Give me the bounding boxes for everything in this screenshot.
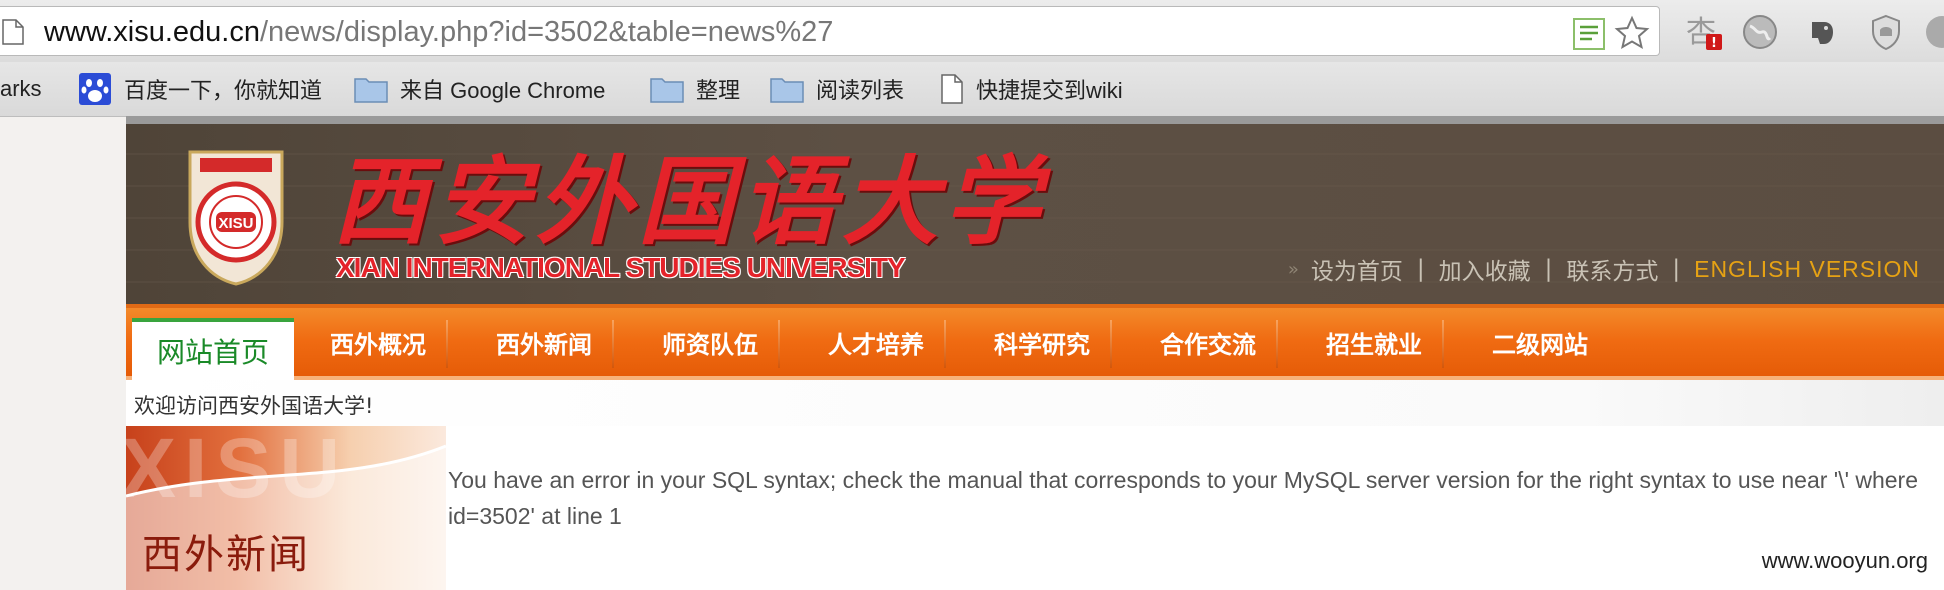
logo-english-name: XIAN INTERNATIONAL STUDIES UNIVERSITY — [336, 252, 906, 283]
seal-text: XISU — [218, 215, 253, 232]
nav-divider — [1110, 320, 1112, 368]
welcome-message: 欢迎访问西安外国语大学! — [134, 394, 374, 418]
university-seal-logo[interactable]: XISU — [182, 148, 290, 288]
nav-item-news[interactable]: 西外新闻 — [496, 308, 592, 376]
sql-error-message: You have an error in your SQL syntax; ch… — [448, 467, 1919, 529]
url-text[interactable]: www.xisu.edu.cn/news/display.php?id=3502… — [44, 16, 833, 48]
shield-extension-icon[interactable] — [1866, 12, 1906, 52]
link-separator: | — [1544, 256, 1553, 282]
globe-extension-icon[interactable] — [1740, 12, 1780, 52]
double-chevron-icon: » — [1287, 258, 1299, 280]
news-section-banner: XISU 西外新闻 — [126, 426, 446, 590]
bookmark-item-baidu[interactable]: 百度一下，你就知道 — [78, 72, 322, 106]
main-navigation: 网站首页 西外概况 西外新闻 师资队伍 人才培养 科学研究 合作交流 招生就业 … — [126, 304, 1944, 380]
web-page: XISU 西安外国语大学 XIAN INTERNATIONAL STUDIES … — [126, 116, 1944, 590]
nav-item-faculty[interactable]: 师资队伍 — [662, 308, 758, 376]
bookmarks-bar: arks 百度一下，你就知道 来自 Google Chrome 整理 阅读列表 … — [0, 62, 1944, 117]
nav-item-cooperation[interactable]: 合作交流 — [1160, 308, 1256, 376]
folder-icon — [650, 78, 684, 103]
nav-divider — [446, 320, 448, 368]
welcome-strip: 欢迎访问西安外国语大学! — [126, 380, 1944, 426]
nav-divider — [1442, 320, 1444, 368]
bookmark-item-bookmarks[interactable]: arks — [0, 72, 42, 106]
reader-mode-icon[interactable] — [1572, 17, 1606, 51]
nav-divider — [944, 320, 946, 368]
bookmark-folder-reading-list[interactable]: 阅读列表 — [770, 72, 904, 106]
nav-item-admissions[interactable]: 招生就业 — [1326, 308, 1422, 376]
bookmark-star-icon[interactable] — [1614, 15, 1650, 51]
bookmark-label: 快捷提交到wiki — [976, 78, 1123, 103]
contact-link[interactable]: 联系方式 — [1566, 252, 1658, 286]
folder-icon — [354, 78, 388, 103]
set-homepage-link[interactable]: 设为首页 — [1311, 252, 1403, 286]
overflow-extension-icon[interactable] — [1922, 12, 1944, 52]
extension-badge: ! — [1711, 36, 1717, 51]
translate-extension-icon[interactable]: 杏 ! — [1684, 12, 1724, 52]
bookmark-label: 百度一下，你就知道 — [124, 78, 323, 103]
link-separator: | — [1416, 256, 1425, 282]
url-host: www.xisu.edu.cn — [44, 16, 260, 48]
nav-divider — [1276, 320, 1278, 368]
page-icon — [2, 19, 24, 45]
folder-icon — [770, 78, 804, 103]
add-favorite-link[interactable]: 加入收藏 — [1439, 252, 1531, 286]
bookmark-item-wiki[interactable]: 快捷提交到wiki — [940, 72, 1123, 106]
address-bar[interactable]: www.xisu.edu.cn/news/display.php?id=3502… — [0, 6, 1660, 56]
watermark: www.wooyun.org — [1761, 548, 1928, 573]
bookmark-label: 来自 Google Chrome — [400, 78, 606, 103]
nav-item-sub-sites[interactable]: 二级网站 — [1492, 308, 1588, 376]
site-header-banner: XISU 西安外国语大学 XIAN INTERNATIONAL STUDIES … — [126, 116, 1944, 304]
header-top-links: » 设为首页 | 加入收藏 | 联系方式 | ENGLISH VERSION — [1288, 252, 1920, 286]
bookmark-folder-organize[interactable]: 整理 — [650, 72, 740, 106]
nav-divider — [612, 320, 614, 368]
nav-item-home[interactable]: 网站首页 — [132, 318, 294, 380]
logo-chinese-name: 西安外国语大学 — [332, 145, 1046, 258]
evernote-elephant-icon[interactable] — [1802, 12, 1842, 52]
nav-item-education[interactable]: 人才培养 — [828, 308, 924, 376]
nav-item-research[interactable]: 科学研究 — [994, 308, 1090, 376]
bookmark-folder-chrome[interactable]: 来自 Google Chrome — [354, 72, 605, 106]
baidu-paw-icon — [79, 73, 111, 105]
nav-divider — [778, 320, 780, 368]
section-title: 西外新闻 — [142, 532, 310, 578]
bookmark-label: arks — [0, 76, 42, 101]
page-icon — [941, 74, 963, 104]
bookmark-label: 整理 — [696, 78, 741, 103]
english-version-link[interactable]: ENGLISH VERSION — [1694, 256, 1920, 283]
bookmark-label: 阅读列表 — [816, 78, 905, 103]
nav-item-overview[interactable]: 西外概况 — [330, 308, 426, 376]
link-separator: | — [1672, 256, 1681, 282]
url-path: /news/display.php?id=3502&table=news%27 — [260, 16, 834, 48]
browser-toolbar: www.xisu.edu.cn/news/display.php?id=3502… — [0, 0, 1944, 62]
